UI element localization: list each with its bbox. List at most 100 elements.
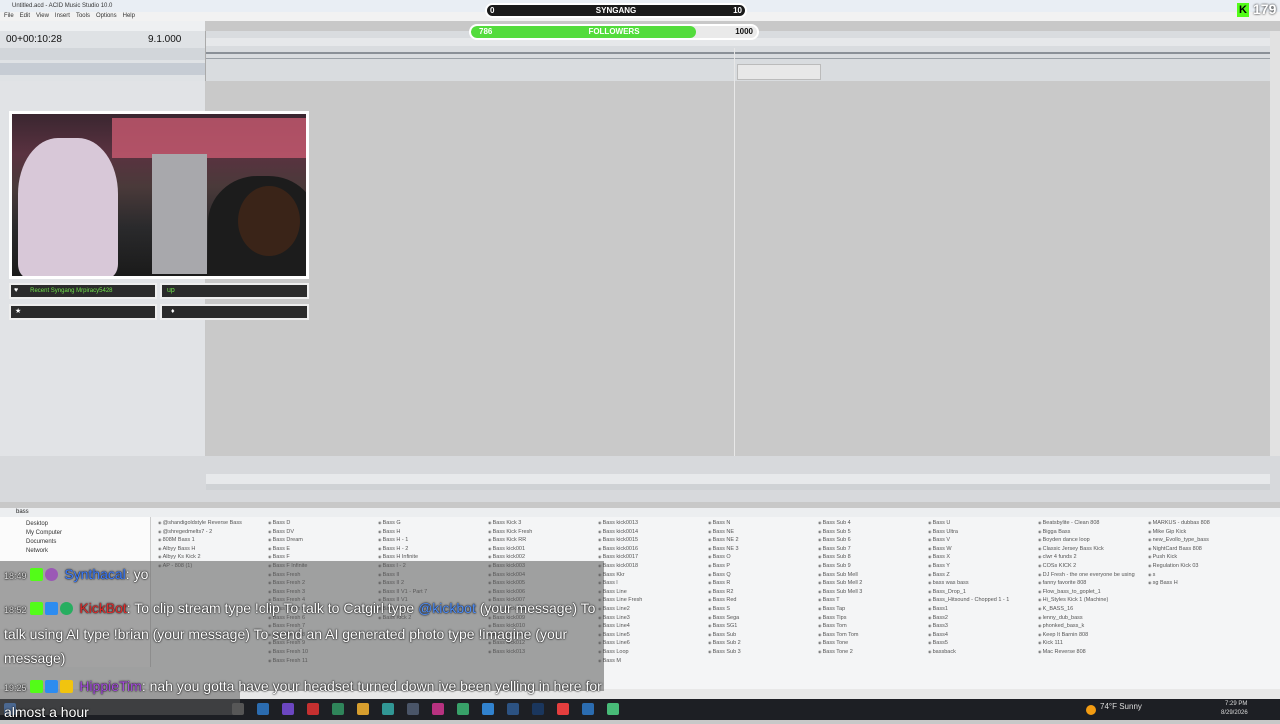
- clock-date[interactable]: 8/29/2026: [1221, 710, 1248, 716]
- file-item[interactable]: bass was bass: [928, 579, 1036, 588]
- file-item[interactable]: Bass3: [928, 622, 1036, 631]
- file-item[interactable]: Bigga Bass: [1038, 528, 1146, 537]
- main-toolbar[interactable]: [0, 21, 205, 31]
- file-item[interactable]: Hi_Styles Kick 1 (Machine): [1038, 596, 1146, 605]
- file-item[interactable]: Bass Sub 3: [708, 648, 816, 657]
- file-item[interactable]: Bass kick0014: [598, 528, 706, 537]
- file-item[interactable]: Bass Kick RR: [488, 536, 596, 545]
- file-item[interactable]: @shregedmelts7 - 2: [158, 528, 266, 537]
- file-item[interactable]: Bass Sub 9: [818, 562, 926, 571]
- file-item[interactable]: Bass DV: [268, 528, 376, 537]
- file-item[interactable]: Bass Kick Fresh: [488, 528, 596, 537]
- menu-help[interactable]: Help: [123, 13, 135, 19]
- file-item[interactable]: Bass4: [928, 631, 1036, 640]
- file-item[interactable]: Bass Tone: [818, 639, 926, 648]
- file-item[interactable]: Bass Kkr: [598, 571, 706, 580]
- track-header-1[interactable]: [0, 48, 205, 60]
- file-item[interactable]: @shandigoldstyle Reverse Bass: [158, 519, 266, 528]
- file-item[interactable]: Bass Line6: [598, 639, 706, 648]
- file-item[interactable]: Bass O: [708, 553, 816, 562]
- file-item[interactable]: Boyden dance loop: [1038, 536, 1146, 545]
- weather-text[interactable]: 74°F Sunny: [1100, 702, 1142, 711]
- file-item[interactable]: Bass N: [708, 519, 816, 528]
- file-item[interactable]: Bass Tone 2: [818, 648, 926, 657]
- taskbar-app-icon[interactable]: [607, 703, 619, 715]
- tree-item-my-computer[interactable]: My Computer: [0, 529, 150, 538]
- chat-username[interactable]: Synthacal: [64, 566, 125, 582]
- file-item[interactable]: Bass Dream: [268, 536, 376, 545]
- file-item[interactable]: Bass NE 2: [708, 536, 816, 545]
- file-item[interactable]: Bass G: [378, 519, 486, 528]
- file-item[interactable]: Bass Sub 2: [708, 639, 816, 648]
- file-item[interactable]: Bass NE: [708, 528, 816, 537]
- chat-username[interactable]: HippieTim: [79, 678, 142, 694]
- file-item[interactable]: Bass Q: [708, 571, 816, 580]
- file-item[interactable]: clwr 4 funds 2: [1038, 553, 1146, 562]
- file-item[interactable]: Bass1: [928, 605, 1036, 614]
- file-item[interactable]: sg Bass H: [1148, 579, 1256, 588]
- file-item[interactable]: Bass_Hitsound - Chopped 1 - 1: [928, 596, 1036, 605]
- file-item[interactable]: Keep It Barnin 808: [1038, 631, 1146, 640]
- tree-item-network[interactable]: Network: [0, 547, 150, 556]
- file-item[interactable]: Bass Line: [598, 588, 706, 597]
- chat-username[interactable]: KickBot: [79, 600, 126, 616]
- file-item[interactable]: 808M Bass 1: [158, 536, 266, 545]
- menu-insert[interactable]: Insert: [55, 13, 70, 19]
- file-item[interactable]: Mac Reverse 808: [1038, 648, 1146, 657]
- file-item[interactable]: Bass Sub 8: [818, 553, 926, 562]
- file-item[interactable]: Bass R: [708, 579, 816, 588]
- file-item[interactable]: Bass_Drop_1: [928, 588, 1036, 597]
- file-item[interactable]: Flow_bass_to_goplet_1: [1038, 588, 1146, 597]
- file-item[interactable]: Bass Ultra: [928, 528, 1036, 537]
- track-header-2[interactable]: [0, 63, 205, 75]
- explorer-toolbar[interactable]: bass: [0, 508, 1280, 517]
- file-item[interactable]: Bass l: [598, 579, 706, 588]
- file-item[interactable]: Bass Tom: [818, 622, 926, 631]
- file-item[interactable]: lenny_dub_bass: [1038, 614, 1146, 623]
- file-item[interactable]: Bass Sub Mell 2: [818, 579, 926, 588]
- file-item[interactable]: Bass Tom Tom: [818, 631, 926, 640]
- file-item[interactable]: Bass Z: [928, 571, 1036, 580]
- file-item[interactable]: Bass P: [708, 562, 816, 571]
- tree-item-desktop[interactable]: Desktop: [0, 517, 150, 529]
- file-item[interactable]: Bass Line2: [598, 605, 706, 614]
- file-item[interactable]: Bass E: [268, 545, 376, 554]
- file-item[interactable]: Bass5: [928, 639, 1036, 648]
- file-item[interactable]: Bass Kick 3: [488, 519, 596, 528]
- file-item[interactable]: fanny favorite 808: [1038, 579, 1146, 588]
- chat-mention[interactable]: @kickbot: [418, 600, 476, 616]
- file-item[interactable]: s: [1148, 571, 1256, 580]
- transport-bar[interactable]: [206, 484, 1270, 490]
- file-item[interactable]: Bass Sub 7: [818, 545, 926, 554]
- file-item[interactable]: Bass Loop: [598, 648, 706, 657]
- file-item[interactable]: Bass Line3: [598, 614, 706, 623]
- file-item[interactable]: NightCard Bass 808: [1148, 545, 1256, 554]
- file-item[interactable]: Bass Line Fresh: [598, 596, 706, 605]
- track-view-pane[interactable]: [206, 81, 1270, 456]
- file-item[interactable]: Bass Tips: [818, 614, 926, 623]
- file-item[interactable]: Bass D: [268, 519, 376, 528]
- file-item[interactable]: phonked_bass_k: [1038, 622, 1146, 631]
- menu-view[interactable]: View: [36, 13, 49, 19]
- file-item[interactable]: Bass kick0017: [598, 553, 706, 562]
- file-item[interactable]: Bass Sub: [708, 631, 816, 640]
- menu-edit[interactable]: Edit: [20, 13, 30, 19]
- tree-item-documents[interactable]: Documents: [0, 538, 150, 547]
- file-item[interactable]: Bass R2: [708, 588, 816, 597]
- audio-event-block[interactable]: [737, 64, 821, 80]
- file-item[interactable]: Bass H: [378, 528, 486, 537]
- file-item[interactable]: Bass Sub 5: [818, 528, 926, 537]
- file-item[interactable]: MARKUS - dubbas 808: [1148, 519, 1256, 528]
- file-item[interactable]: Kick 111: [1038, 639, 1146, 648]
- file-item[interactable]: Bass Sega: [708, 614, 816, 623]
- file-item[interactable]: Bass kick0015: [598, 536, 706, 545]
- explorer-path[interactable]: bass: [16, 508, 29, 517]
- menu-tools[interactable]: Tools: [76, 13, 90, 19]
- file-item[interactable]: Bass U: [928, 519, 1036, 528]
- file-item[interactable]: Bass kick0016: [598, 545, 706, 554]
- file-item[interactable]: Albyy Bass H: [158, 545, 266, 554]
- file-item[interactable]: Bass NE 3: [708, 545, 816, 554]
- file-item[interactable]: Regulation Kick 03: [1148, 562, 1256, 571]
- file-item[interactable]: Push Kick: [1148, 553, 1256, 562]
- playhead-cursor[interactable]: [734, 48, 735, 478]
